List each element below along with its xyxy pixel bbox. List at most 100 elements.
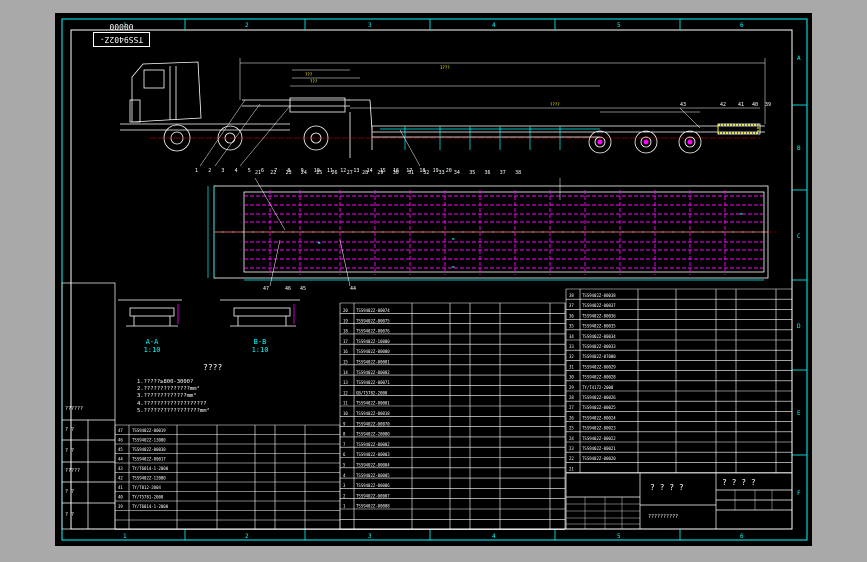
parts-row-number: 5 xyxy=(343,463,346,468)
column-number-bottom: 6 xyxy=(740,533,744,540)
parts-row-code: TSS9402Z-00026 xyxy=(582,395,616,400)
svg-text:▬: ▬ xyxy=(318,240,321,245)
parts-row-code: TSS9402Z-00005 xyxy=(356,473,390,478)
parts-row-code: GB/T5782-2000 xyxy=(356,390,388,395)
part-balloon-mid: 36 xyxy=(485,170,491,176)
parts-row-code: TSS9402Z-00028 xyxy=(582,375,616,380)
section-b-scale: 1:10 xyxy=(251,346,269,354)
parts-row-code: TY/T812-2004 xyxy=(132,485,161,490)
row-letters: A B C D E F xyxy=(797,55,801,497)
parts-row-number: 4 xyxy=(343,473,346,478)
row-letter: E xyxy=(797,410,801,417)
parts-row-number: 12 xyxy=(343,390,348,395)
parts-row-number: 26 xyxy=(569,415,574,420)
parts-row-number: 2 xyxy=(343,493,346,498)
parts-row-number: 37 xyxy=(569,303,574,308)
part-balloon-right: 43 xyxy=(680,102,686,108)
parts-row-number: 34 xyxy=(569,334,574,339)
parts-row-number: 29 xyxy=(569,385,574,390)
parts-row-number: 7 xyxy=(343,442,346,447)
parts-row-code: TSS9402Z-00025 xyxy=(582,405,616,410)
parts-row-number: 23 xyxy=(569,446,574,451)
part-balloon-top: 20 xyxy=(446,168,452,174)
parts-row-number: 38 xyxy=(569,293,574,298)
svg-text:▬: ▬ xyxy=(452,236,455,241)
parts-row-code: TSS9402Z-13000 xyxy=(132,438,166,443)
parts-row-code: TSS9402Z-00033 xyxy=(582,344,616,349)
parts-row-number: 46 xyxy=(118,438,123,443)
part-balloon-top: 4 xyxy=(235,168,238,174)
parts-row-number: 14 xyxy=(343,370,348,375)
parts-row-code: TSS9402Z-00081 xyxy=(356,360,390,365)
parts-row-number: 20 xyxy=(343,308,348,313)
part-balloon-top: 2 xyxy=(208,168,211,174)
parts-row-code: TSS9402Z-00036 xyxy=(582,313,616,318)
note-line: 5.?????????????????mm² xyxy=(137,407,210,414)
technical-notes: 1.?????≥800-3000? 2.??????????????mm² 3.… xyxy=(137,379,210,415)
part-balloon-mid: 26 xyxy=(332,170,338,176)
part-balloon-mid: 24 xyxy=(301,170,307,176)
parts-row-number: 11 xyxy=(343,401,348,406)
parts-row-number: 45 xyxy=(118,447,123,452)
parts-row-code: TSS9402Z-00008 xyxy=(356,504,390,509)
parts-row-code: TY/T5781-2000 xyxy=(132,495,164,500)
left-strip-cell: ?????? xyxy=(65,406,83,412)
row-letter: C xyxy=(797,233,801,240)
title-block xyxy=(565,472,793,530)
svg-text:????: ???? xyxy=(550,102,560,107)
parts-row-code: TSS9402Z-00021 xyxy=(582,446,616,451)
parts-row-code: TSS9402Z-12000 xyxy=(132,476,166,481)
part-balloon-right: 40 xyxy=(752,102,758,108)
part-balloon-right: 39 xyxy=(765,102,771,108)
notes-title: ???? xyxy=(203,363,223,372)
parts-row-code: TSS9402Z-00076 xyxy=(356,329,390,334)
column-number-top: 3 xyxy=(368,22,372,29)
parts-row-number: 24 xyxy=(569,436,574,441)
parts-row-code: TSS9402Z-00022 xyxy=(582,436,616,441)
part-balloon-mid: 27 xyxy=(347,170,353,176)
left-strip-cell: ? ? xyxy=(65,448,74,454)
parts-row-code: TSS9402Z-00006 xyxy=(356,483,390,488)
column-number-bottom: 4 xyxy=(492,533,496,540)
parts-row-number: 40 xyxy=(118,495,123,500)
title-block-scale-text: ?????????? xyxy=(648,514,679,520)
left-strip-cell: ? ? xyxy=(65,512,74,518)
part-balloon-right: 42 xyxy=(720,102,726,108)
parts-row-code: TSS9402Z-00029 xyxy=(582,364,616,369)
plan-hidden-lines xyxy=(244,190,764,275)
column-number-top: 4 xyxy=(492,22,496,29)
column-number-bottom: 5 xyxy=(617,533,621,540)
parts-row-number: 35 xyxy=(569,324,574,329)
column-number-top: 6 xyxy=(740,22,744,29)
section-a-scale: 1:10 xyxy=(143,346,161,354)
parts-row-code: TSS9402Z-00038 xyxy=(582,293,616,298)
parts-row-code: TSS9402Z-00035 xyxy=(582,324,616,329)
parts-row-number: 10 xyxy=(343,411,348,416)
parts-row-number: 31 xyxy=(569,364,574,369)
left-strip-cell: ? ? xyxy=(65,489,74,495)
section-a-label: A-A xyxy=(145,338,159,346)
parts-tables xyxy=(114,288,793,530)
part-balloon-mid: 30 xyxy=(393,170,399,176)
part-balloon-mid: 33 xyxy=(439,170,445,176)
section-a-a xyxy=(118,299,182,327)
part-balloon-top: 1 xyxy=(195,168,198,174)
drawing-number-tag: TSS9402Z-00000 xyxy=(93,22,150,47)
row-letter: B xyxy=(797,145,801,152)
left-strip-cell: ? ? xyxy=(65,427,74,433)
part-balloon-top: 13 xyxy=(353,168,359,174)
parts-row-code: TSS9402Z-00037 xyxy=(582,303,616,308)
row-letter: F xyxy=(797,490,801,497)
parts-row-code: TSS9402Z-00080 xyxy=(356,349,390,354)
svg-text:???: ??? xyxy=(305,72,313,77)
part-balloon-mid: 25 xyxy=(316,170,322,176)
parts-row-number: 25 xyxy=(569,426,574,431)
parts-row-code: TSS9402Z-00002 xyxy=(356,442,390,447)
part-balloon-bottom: 44 xyxy=(350,286,356,292)
part-balloon-mid: 28 xyxy=(362,170,368,176)
parts-row-code: TSS9402Z-00018 xyxy=(356,411,390,416)
parts-row-code: TY/T6014-1-2000 xyxy=(132,504,169,509)
svg-text:1???: 1??? xyxy=(440,65,450,70)
outer-frame xyxy=(61,18,808,541)
wheel-hubs xyxy=(597,139,693,145)
